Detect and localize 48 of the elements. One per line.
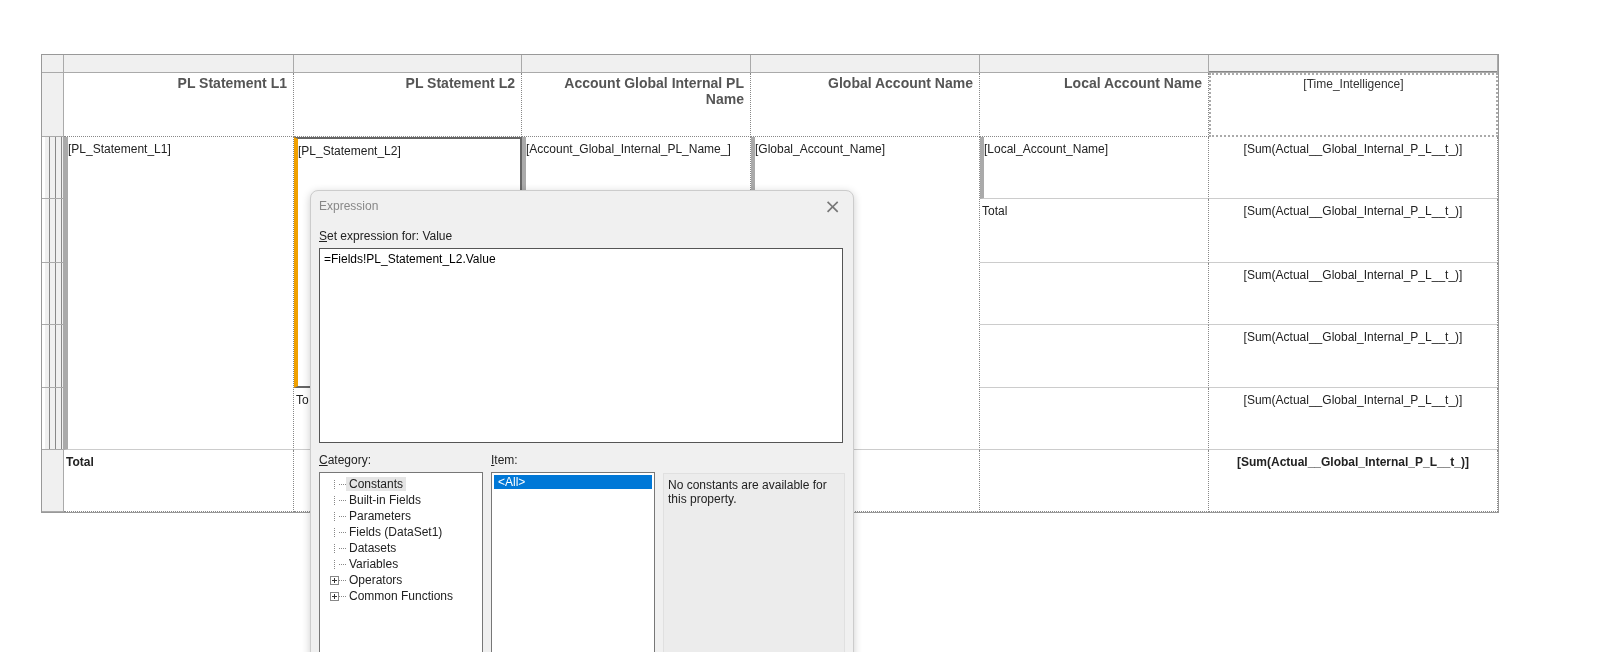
column-handle[interactable]: [64, 55, 294, 73]
table-cell: [Local_Account_Name]: [980, 137, 1209, 199]
row-handle[interactable]: [42, 73, 64, 137]
table-cell: [Sum(Actual__Global_Internal_P_L__t_)]: [1209, 450, 1498, 512]
expression-field[interactable]: =Fields!PL_Statement_L2.Value: [319, 248, 843, 443]
category-item[interactable]: Built-in Fields: [346, 493, 425, 507]
category-item[interactable]: Datasets: [346, 541, 400, 555]
column-handle[interactable]: [980, 55, 1209, 73]
category-item[interactable]: Constants: [346, 477, 407, 491]
table-cell: [Sum(Actual__Global_Internal_P_L__t_)]: [1209, 263, 1498, 325]
item-label: Item:: [491, 453, 519, 467]
row-handle[interactable]: [42, 263, 64, 325]
column-handle[interactable]: [294, 55, 522, 73]
column-handle[interactable]: [522, 55, 751, 73]
close-button[interactable]: ×: [820, 196, 845, 216]
expand-icon[interactable]: [330, 575, 339, 585]
column-handle[interactable]: [1209, 55, 1498, 73]
table-cell: [PL_Statement_L1]: [64, 137, 294, 450]
row-handle[interactable]: [42, 450, 64, 512]
column-handle[interactable]: [751, 55, 980, 73]
description-text: No constants are available for this property.: [668, 478, 828, 506]
expand-icon[interactable]: [330, 591, 339, 601]
column-header: Local Account Name: [980, 73, 1209, 137]
corner-handle[interactable]: [42, 55, 64, 73]
column-header: Account Global Internal PL Name: [522, 73, 751, 137]
category-item[interactable]: Operators: [346, 573, 406, 587]
category-item[interactable]: Variables: [346, 557, 402, 571]
column-header: PL Statement L2: [294, 73, 522, 137]
table-cell: [Sum(Actual__Global_Internal_P_L__t_)]: [1209, 388, 1498, 450]
category-item[interactable]: Fields (DataSet1): [346, 525, 446, 539]
table-cell: Total: [64, 450, 294, 512]
column-header: PL Statement L1: [64, 73, 294, 137]
expression-label: Set expression for: Value: [319, 229, 454, 243]
table-cell: Total: [980, 199, 1209, 263]
category-item[interactable]: Parameters: [346, 509, 415, 523]
category-label: Category:: [319, 453, 373, 467]
table-cell: [Sum(Actual__Global_Internal_P_L__t_)]: [1209, 137, 1498, 199]
table-cell: [Sum(Actual__Global_Internal_P_L__t_)]: [1209, 325, 1498, 388]
row-handle[interactable]: [42, 325, 64, 388]
column-header: [Time_Intelligence]: [1209, 73, 1498, 137]
dialog-title: Expression: [319, 199, 379, 213]
row-handle[interactable]: [42, 388, 64, 450]
list-item[interactable]: <All>: [494, 475, 652, 489]
category-item[interactable]: Common Functions: [346, 589, 457, 603]
table-cell: [Sum(Actual__Global_Internal_P_L__t_)]: [1209, 199, 1498, 263]
column-header: Global Account Name: [751, 73, 980, 137]
row-handle[interactable]: [42, 199, 64, 263]
row-handle[interactable]: [42, 137, 64, 199]
